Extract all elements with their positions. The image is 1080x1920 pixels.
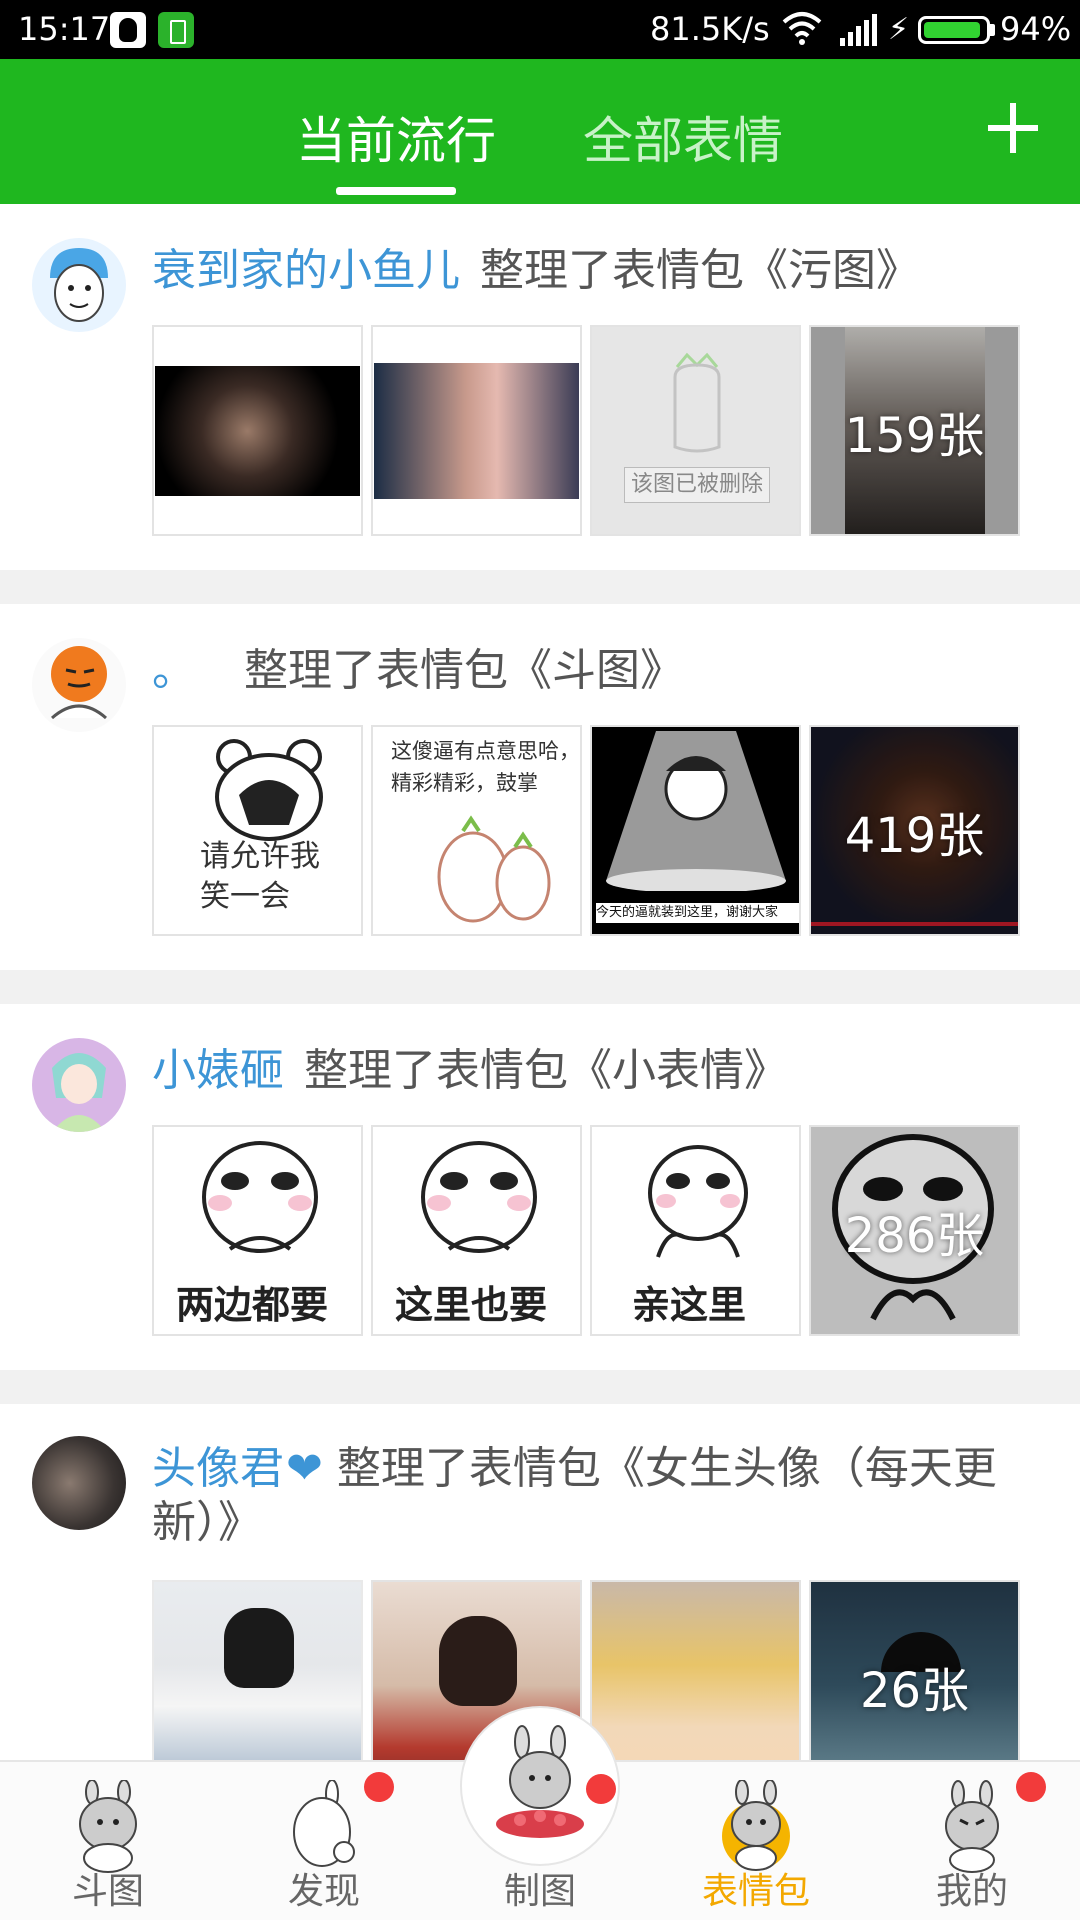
feed-line: 衰到家的小鱼儿 整理了表情包《污图》 <box>152 244 1040 298</box>
thumb-caption: 这傻逼有点意思哈， 精彩精彩，鼓掌 <box>391 739 580 795</box>
nav-label: 斗图 <box>71 1871 144 1912</box>
rabbit-angry-icon <box>945 1780 999 1873</box>
thumb-row: 两边都要 这里也要 亲这里 286张 <box>152 1125 1028 1336</box>
status-bar: 15:17 81.5K/s ⚡ 94% <box>0 0 1080 59</box>
nav-item-me[interactable]: 我的 <box>864 1762 1080 1920</box>
badge-dot <box>586 1774 616 1804</box>
wifi-icon <box>782 12 822 45</box>
thumb-row: 请允许我 笑一会 这傻逼有点意思哈， 精彩精彩，鼓掌 今天的逼就装到这里，谢谢大… <box>152 725 1028 936</box>
tab-current-popular[interactable]: 当前流行 <box>296 101 496 173</box>
avatar[interactable] <box>32 638 126 732</box>
thumb-meme[interactable]: 今天的逼就装到这里，谢谢大家 <box>590 725 801 936</box>
battery-icon <box>918 16 990 44</box>
nav-label: 表情包 <box>701 1871 810 1912</box>
status-time: 15:17 <box>18 10 111 48</box>
nav-label: 我的 <box>935 1871 1008 1912</box>
feed-username[interactable]: 小婊砸 <box>152 1045 284 1096</box>
feed-action: 整理了表情包《污图》 <box>480 245 920 296</box>
nav-label: 发现 <box>287 1871 360 1912</box>
meme-face-icon <box>648 1145 748 1258</box>
avatar-anime-icon <box>52 1053 106 1132</box>
thumb-meme[interactable]: 这傻逼有点意思哈， 精彩精彩，鼓掌 <box>371 725 582 936</box>
sticker-count: 26张 <box>859 1662 970 1719</box>
meme-radish-icon <box>437 815 551 923</box>
thumb-image[interactable] <box>152 325 363 536</box>
feed-username[interactable]: 。 <box>152 645 196 696</box>
thumb-caption: 该图已被删除 <box>624 467 771 503</box>
thumb-count[interactable]: 419张 <box>809 725 1020 936</box>
thumb-image[interactable] <box>590 1580 801 1760</box>
thumb-caption: 这里也要 <box>395 1283 548 1327</box>
nav-label: 制图 <box>503 1871 576 1912</box>
tab-all-stickers[interactable]: 全部表情 <box>583 101 783 173</box>
badge-dot <box>1016 1772 1046 1802</box>
thumb-caption: 今天的逼就装到这里，谢谢大家 <box>596 903 799 923</box>
meme-spotlight-icon <box>606 731 786 891</box>
meme-face-icon <box>202 1141 318 1253</box>
feed-username[interactable]: 头像君 <box>152 1443 284 1494</box>
sticker-count: 286张 <box>844 1207 985 1264</box>
thumb-caption: 请允许我 笑一会 <box>200 839 320 914</box>
thumb-meme[interactable]: 亲这里 <box>590 1125 801 1336</box>
battery-tip <box>990 24 995 36</box>
thumb-image[interactable] <box>152 1580 363 1760</box>
rabbit-icon <box>79 1780 137 1873</box>
feed-card[interactable]: 小婊砸 整理了表情包《小表情》 两边都要 这里也要 亲这里 286张 <box>0 1004 1080 1370</box>
thumb-count[interactable]: 159张 <box>809 325 1020 536</box>
signal-icon <box>840 14 877 46</box>
qq-notification-icon <box>110 12 146 48</box>
feed-action: 整理了表情包《斗图》 <box>244 645 684 696</box>
plus-icon[interactable] <box>988 103 1038 153</box>
thumb-image[interactable] <box>371 325 582 536</box>
thumb-caption: 亲这里 <box>632 1283 747 1327</box>
tab-indicator <box>336 187 456 195</box>
thumb-deleted[interactable]: 该图已被删除 <box>590 325 801 536</box>
thumb-meme[interactable]: 这里也要 <box>371 1125 582 1336</box>
thumb-count[interactable]: 286张 <box>809 1125 1020 1336</box>
nav-item-sticker-packs[interactable]: 表情包 <box>648 1762 864 1920</box>
sticker-count: 419张 <box>811 727 1018 934</box>
meme-bear-icon <box>215 739 323 841</box>
feed-card[interactable]: 。整理了表情包《斗图》 请允许我 笑一会 这傻逼有点意思哈， 精彩精彩，鼓掌 今… <box>0 604 1080 970</box>
battery-percent: 94% <box>1000 10 1072 48</box>
feed-line: 。整理了表情包《斗图》 <box>152 644 1040 698</box>
avatar[interactable] <box>32 1038 126 1132</box>
battery-app-icon <box>158 12 194 48</box>
battery-fill <box>924 22 981 38</box>
feed-line: 头像君❤ 整理了表情包《女生头像（每天更新）》 <box>152 1442 1040 1550</box>
avatar-meme-icon <box>50 248 108 322</box>
avatar-meme-icon <box>51 646 107 720</box>
thumb-meme[interactable]: 请允许我 笑一会 <box>152 725 363 936</box>
feed-list[interactable]: 衰到家的小鱼儿 整理了表情包《污图》 该图已被删除 159张 。 整理了表情包《… <box>0 204 1080 1760</box>
top-tab-bar: 当前流行 全部表情 <box>0 59 1080 204</box>
feed-action: 整理了表情包《小表情》 <box>304 1045 788 1096</box>
network-speed: 81.5K/s <box>650 10 770 48</box>
feed-username[interactable]: 衰到家的小鱼儿 <box>152 245 460 296</box>
avatar[interactable] <box>32 1436 126 1530</box>
meme-face-icon <box>421 1141 537 1253</box>
nav-item-doutu[interactable]: 斗图 <box>0 1762 216 1920</box>
thumb-row: 该图已被删除 159张 <box>152 325 1028 536</box>
feed-card[interactable]: 衰到家的小鱼儿 整理了表情包《污图》 该图已被删除 159张 <box>0 204 1080 570</box>
badge-dot <box>364 1772 394 1802</box>
nav-item-discover[interactable]: 发现 <box>216 1762 432 1920</box>
thumb-caption: 两边都要 <box>176 1283 329 1327</box>
avatar[interactable] <box>32 238 126 332</box>
deleted-placeholder-icon <box>673 352 721 453</box>
rabbit-active-icon <box>722 1780 790 1871</box>
charging-icon: ⚡ <box>888 12 910 47</box>
thumb-count[interactable]: 26张 <box>809 1580 1020 1760</box>
thumb-meme[interactable]: 两边都要 <box>152 1125 363 1336</box>
rabbit-back-icon <box>293 1780 355 1867</box>
feed-line: 小婊砸 整理了表情包《小表情》 <box>152 1044 1040 1098</box>
heart-icon: ❤ <box>286 1443 323 1494</box>
sticker-count: 159张 <box>811 327 1018 534</box>
